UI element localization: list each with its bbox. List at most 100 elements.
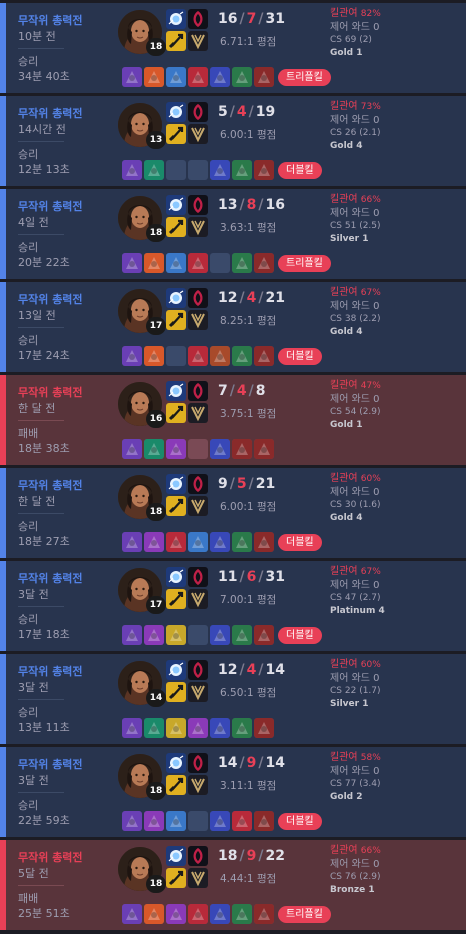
control-wards: 제어 와드 0 [330,22,380,33]
item-slot[interactable] [210,904,230,924]
item-slot[interactable] [232,346,252,366]
item-slot[interactable] [122,160,142,180]
item-slot[interactable] [144,439,164,459]
item-slot[interactable] [144,67,164,87]
item-slot[interactable] [232,439,252,459]
item-slot[interactable] [210,160,230,180]
match-stats: 킬관여 47% 제어 와드 0 CS 54 (2.9) Gold 1 [330,379,381,432]
item-slot[interactable] [210,811,230,831]
kills: 14 [218,755,238,771]
item-slot[interactable] [232,811,252,831]
item-slot[interactable] [232,904,252,924]
kill-participation: 킬관여 60% [330,473,381,484]
item-slot[interactable] [122,253,142,273]
trinket-slot[interactable] [254,253,274,273]
item-slot[interactable] [210,67,230,87]
match-card[interactable]: 무작위 총력전 10분 전 승리 34분 40초 18 16 / 7 / 31 … [0,3,466,93]
trinket-slot[interactable] [254,346,274,366]
item-slot[interactable] [232,718,252,738]
match-card[interactable]: 무작위 총력전 한 달 전 패배 18분 38초 16 7 / 4 / 8 3.… [0,375,466,465]
trinket-slot[interactable] [254,532,274,552]
domination-keystone-icon [188,474,208,494]
item-slot[interactable] [144,811,164,831]
match-stats: 킬관여 60% 제어 와드 0 CS 22 (1.7) Silver 1 [330,658,381,711]
trinket-slot[interactable] [254,718,274,738]
item-slot[interactable] [210,718,230,738]
match-card[interactable]: 무작위 총력전 3달 전 승리 17분 18초 17 11 / 6 / 31 7… [0,561,466,651]
item-slot[interactable] [188,811,208,831]
item-slot[interactable] [188,904,208,924]
item-slot[interactable] [144,160,164,180]
item-slot[interactable] [144,253,164,273]
ignite-spell-icon [166,124,186,144]
item-slot[interactable] [122,625,142,645]
item-slot[interactable] [144,532,164,552]
item-slot[interactable] [122,67,142,87]
ignite-spell-icon [166,868,186,888]
trinket-slot[interactable] [254,811,274,831]
match-result: 승리 [18,334,39,347]
match-card[interactable]: 무작위 총력전 3달 전 승리 22분 59초 18 14 / 9 / 14 3… [0,747,466,837]
item-slot[interactable] [144,904,164,924]
item-slot[interactable] [166,253,186,273]
assists: 16 [265,197,285,213]
item-slot[interactable] [210,253,230,273]
kda-ratio: 3.75:1 평점 [220,408,277,420]
item-slot[interactable] [166,718,186,738]
item-slot[interactable] [122,904,142,924]
trinket-slot[interactable] [254,904,274,924]
item-slot[interactable] [188,718,208,738]
item-slot[interactable] [144,625,164,645]
match-card[interactable]: 무작위 총력전 4일 전 승리 20분 22초 18 13 / 8 / 16 3… [0,189,466,279]
item-slot[interactable] [232,625,252,645]
control-wards: 제어 와드 0 [330,673,380,684]
item-slot[interactable] [210,439,230,459]
item-slot[interactable] [232,160,252,180]
trinket-slot[interactable] [254,439,274,459]
item-slot[interactable] [122,346,142,366]
kill-participation: 킬관여 73% [330,101,381,112]
item-slot[interactable] [188,625,208,645]
item-slot[interactable] [122,439,142,459]
trinket-slot[interactable] [254,160,274,180]
match-card[interactable]: 무작위 총력전 13일 전 승리 17분 24초 17 12 / 4 / 21 … [0,282,466,372]
flash-spell-icon [166,753,186,773]
item-slot[interactable] [166,439,186,459]
assists: 14 [265,755,285,771]
item-slot[interactable] [122,718,142,738]
item-slot[interactable] [188,346,208,366]
trinket-slot[interactable] [254,67,274,87]
item-slot[interactable] [166,532,186,552]
item-slot[interactable] [188,67,208,87]
item-slot[interactable] [232,253,252,273]
ignite-spell-icon [166,775,186,795]
trinket-slot[interactable] [254,625,274,645]
item-slot[interactable] [166,625,186,645]
item-slot[interactable] [166,67,186,87]
item-slot[interactable] [232,532,252,552]
kda-ratio: 7.00:1 평점 [220,594,277,606]
match-card[interactable]: 무작위 총력전 5달 전 패배 25분 51초 18 18 / 9 / 22 4… [0,840,466,930]
item-slot[interactable] [188,160,208,180]
item-slot[interactable] [166,346,186,366]
item-slot[interactable] [210,625,230,645]
item-slot[interactable] [166,160,186,180]
match-card[interactable]: 무작위 총력전 3달 전 승리 13분 11초 14 12 / 4 / 14 6… [0,654,466,744]
domination-keystone-icon [188,567,208,587]
item-slot[interactable] [188,253,208,273]
match-card[interactable]: 무작위 총력전 14시간 전 승리 12분 13초 13 5 / 4 / 19 … [0,96,466,186]
item-slot[interactable] [166,904,186,924]
item-slot[interactable] [232,67,252,87]
item-slot[interactable] [122,811,142,831]
item-slot[interactable] [188,532,208,552]
item-slot[interactable] [210,532,230,552]
item-slot[interactable] [166,811,186,831]
multikill-badge: 트리플킬 [278,906,331,923]
item-slot[interactable] [210,346,230,366]
item-slot[interactable] [144,346,164,366]
item-slot[interactable] [144,718,164,738]
ignite-spell-icon [166,682,186,702]
match-card[interactable]: 무작위 총력전 한 달 전 승리 18분 27초 18 9 / 5 / 21 6… [0,468,466,558]
item-slot[interactable] [122,532,142,552]
item-slot[interactable] [188,439,208,459]
